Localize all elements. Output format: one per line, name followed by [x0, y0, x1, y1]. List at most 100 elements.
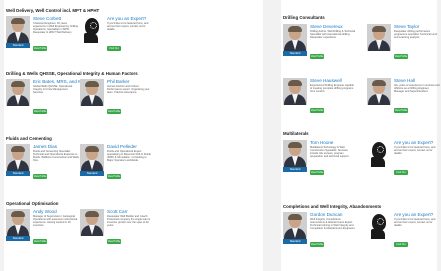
expert-name-link[interactable]: Steve Taylor	[394, 24, 419, 29]
find-out-button[interactable]: Find Out	[107, 46, 121, 51]
left-column: Well Delivery, Well Control incl. MPT & …	[4, 0, 263, 271]
expert-photo[interactable]	[367, 78, 391, 105]
standard-badge: Standard	[283, 51, 307, 56]
expert-silhouette-icon	[367, 140, 391, 167]
expert-photo[interactable]	[283, 140, 307, 167]
expert-card: Standard Andy Wood Manager of Supervisors …	[6, 209, 78, 245]
expert-cta-title[interactable]: Are you an Expert?	[394, 140, 434, 145]
photo-hair	[85, 211, 99, 217]
find-out-button[interactable]: Find Out	[394, 242, 408, 247]
expert-name-link[interactable]: Andy Wood	[33, 209, 57, 214]
gear-icon	[377, 146, 384, 153]
expert-card: Standard David Pelleder Fluids and Operati…	[80, 144, 152, 180]
expert-name-link[interactable]: Scott Carr	[107, 209, 128, 214]
view-profile-button[interactable]: View Profile	[33, 109, 47, 114]
expert-photo[interactable]	[80, 144, 104, 171]
expert-card: Standard Gordon Duncan Well Integrity, Com…	[283, 212, 355, 248]
section-title: Drilling & Wells QHSSE, Operational Inte…	[6, 71, 138, 76]
expert-cta-card: Are you an Expert? If you'd like to be fe…	[367, 140, 439, 176]
expert-description: Chartered Engineer, 30 years experience …	[33, 22, 79, 34]
expert-card: Standard Steve Corbett Chartered Engineer,…	[6, 16, 78, 52]
expert-name-link[interactable]: David Pelleder	[107, 144, 137, 149]
expert-name-link[interactable]: Tom Hoone	[310, 140, 334, 145]
photo-hair	[288, 26, 302, 32]
expert-photo[interactable]	[80, 79, 104, 106]
expert-silhouette-icon	[367, 212, 391, 239]
section-title: Operational Optimisation	[6, 201, 59, 206]
photo-hair	[11, 18, 25, 24]
expert-card: Eric Bates, MRS, and MBA Global Wells QHS…	[6, 79, 88, 115]
expert-description: Human Factors and Critical Performance e…	[107, 85, 150, 94]
expert-photo[interactable]	[6, 209, 30, 236]
expert-photo[interactable]	[80, 209, 104, 236]
expert-description: Fluids and Operational Expert specialisi…	[107, 150, 151, 162]
expert-description: Well Integrity, Completions, Interventio…	[310, 218, 356, 230]
find-out-button[interactable]: Find Out	[394, 170, 408, 175]
section-title: Multilaterals	[283, 131, 309, 136]
expert-cta-card: Are you an Expert? If you'd like to be fe…	[367, 212, 439, 248]
view-profile-button[interactable]: View Profile	[33, 174, 47, 179]
expert-cta-card: Are you an Expert? If you'd like to be fe…	[80, 16, 152, 52]
section-title: Well Delivery, Well Control incl. MPT & …	[6, 8, 100, 13]
expert-card: Phil Barker Human Factors and Critical Pe…	[80, 79, 152, 115]
expert-cta-title[interactable]: Are you an Expert?	[394, 212, 434, 217]
view-profile-button[interactable]: View Profile	[310, 170, 324, 175]
expert-photo[interactable]	[283, 212, 307, 239]
standard-badge: Standard	[283, 167, 307, 172]
photo-hair	[372, 80, 386, 86]
view-profile-button[interactable]: View Profile	[107, 239, 121, 244]
expert-name-link[interactable]: James Dias	[33, 144, 57, 149]
standard-badge: Standard	[6, 236, 30, 241]
view-profile-button[interactable]: View Profile	[33, 46, 47, 51]
view-profile-button[interactable]: View Profile	[310, 54, 324, 59]
view-profile-button[interactable]: View Profile	[310, 108, 324, 113]
expert-photo[interactable]	[283, 78, 307, 105]
expert-card: Standard James Dias Fluids and Cementing S…	[6, 144, 79, 180]
expert-description: Global Wells QHSSE, Operational Integrit…	[33, 85, 73, 94]
standard-badge: Standard	[6, 43, 30, 48]
expert-name-link[interactable]: Steve Hall	[394, 78, 415, 83]
photo-hair	[288, 142, 302, 148]
expert-name-link[interactable]: Steve Corbett	[33, 16, 61, 21]
expert-name-link[interactable]: Phil Barker	[107, 79, 129, 84]
expert-card: Steve Hall 40+ years of experience in ons…	[367, 78, 440, 114]
expert-description: Deepwater drilling performance programme…	[394, 30, 438, 39]
expert-silhouette-icon	[80, 16, 104, 43]
photo-hair	[85, 146, 99, 152]
gear-icon	[377, 218, 384, 225]
expert-photo[interactable]	[6, 16, 30, 43]
expert-card: Steve Hauswell Experienced Drilling Engin…	[283, 78, 355, 114]
photo-hair	[11, 211, 25, 217]
expert-photo[interactable]	[6, 144, 30, 171]
expert-card: Steve Taylor Deepwater drilling performan…	[367, 24, 439, 60]
view-profile-button[interactable]: View Profile	[310, 242, 324, 247]
silhouette-body-shape	[84, 33, 98, 43]
photo-hair	[372, 26, 386, 32]
view-profile-button[interactable]: View Profile	[107, 109, 121, 114]
photo-hair	[288, 80, 302, 86]
view-profile-button[interactable]: View Profile	[394, 54, 408, 59]
expert-description: If you'd like to be featured here, and a…	[394, 146, 436, 155]
view-profile-button[interactable]: View Profile	[394, 108, 408, 113]
expert-card: Scott Carr Deepwater Well Builder and Coa…	[80, 209, 152, 245]
view-profile-button[interactable]: View Profile	[33, 239, 47, 244]
expert-name-link[interactable]: Steve Devereux	[310, 24, 343, 29]
expert-photo[interactable]	[367, 24, 391, 51]
expert-name-link[interactable]: Gordon Duncan	[310, 212, 342, 217]
expert-description: 40+ years of experience in onshore and o…	[394, 84, 440, 93]
photo-hair	[288, 214, 302, 220]
expert-name-link[interactable]: Steve Hauswell	[310, 78, 342, 83]
expert-description: If you'd like to be featured here, and a…	[394, 218, 436, 227]
expert-photo[interactable]	[6, 79, 30, 106]
expert-card: Standard Steve Devereux Drilling Author, W…	[283, 24, 355, 60]
expert-cta-title[interactable]: Are you an Expert?	[107, 16, 147, 21]
silhouette-body-shape	[371, 229, 385, 239]
section-title: Completions and Well Integrity, Abandonm…	[283, 204, 382, 209]
expert-description: Drilling Author, Well Drilling & Technic…	[310, 30, 356, 39]
photo-hair	[85, 81, 99, 87]
expert-description: Experienced Drilling Engineer capable of…	[310, 84, 354, 93]
expert-description: If you'd like to be featured here, and a…	[107, 22, 149, 31]
gear-icon	[90, 22, 97, 29]
expert-photo[interactable]	[283, 24, 307, 51]
view-profile-button[interactable]: View Profile	[107, 174, 121, 179]
